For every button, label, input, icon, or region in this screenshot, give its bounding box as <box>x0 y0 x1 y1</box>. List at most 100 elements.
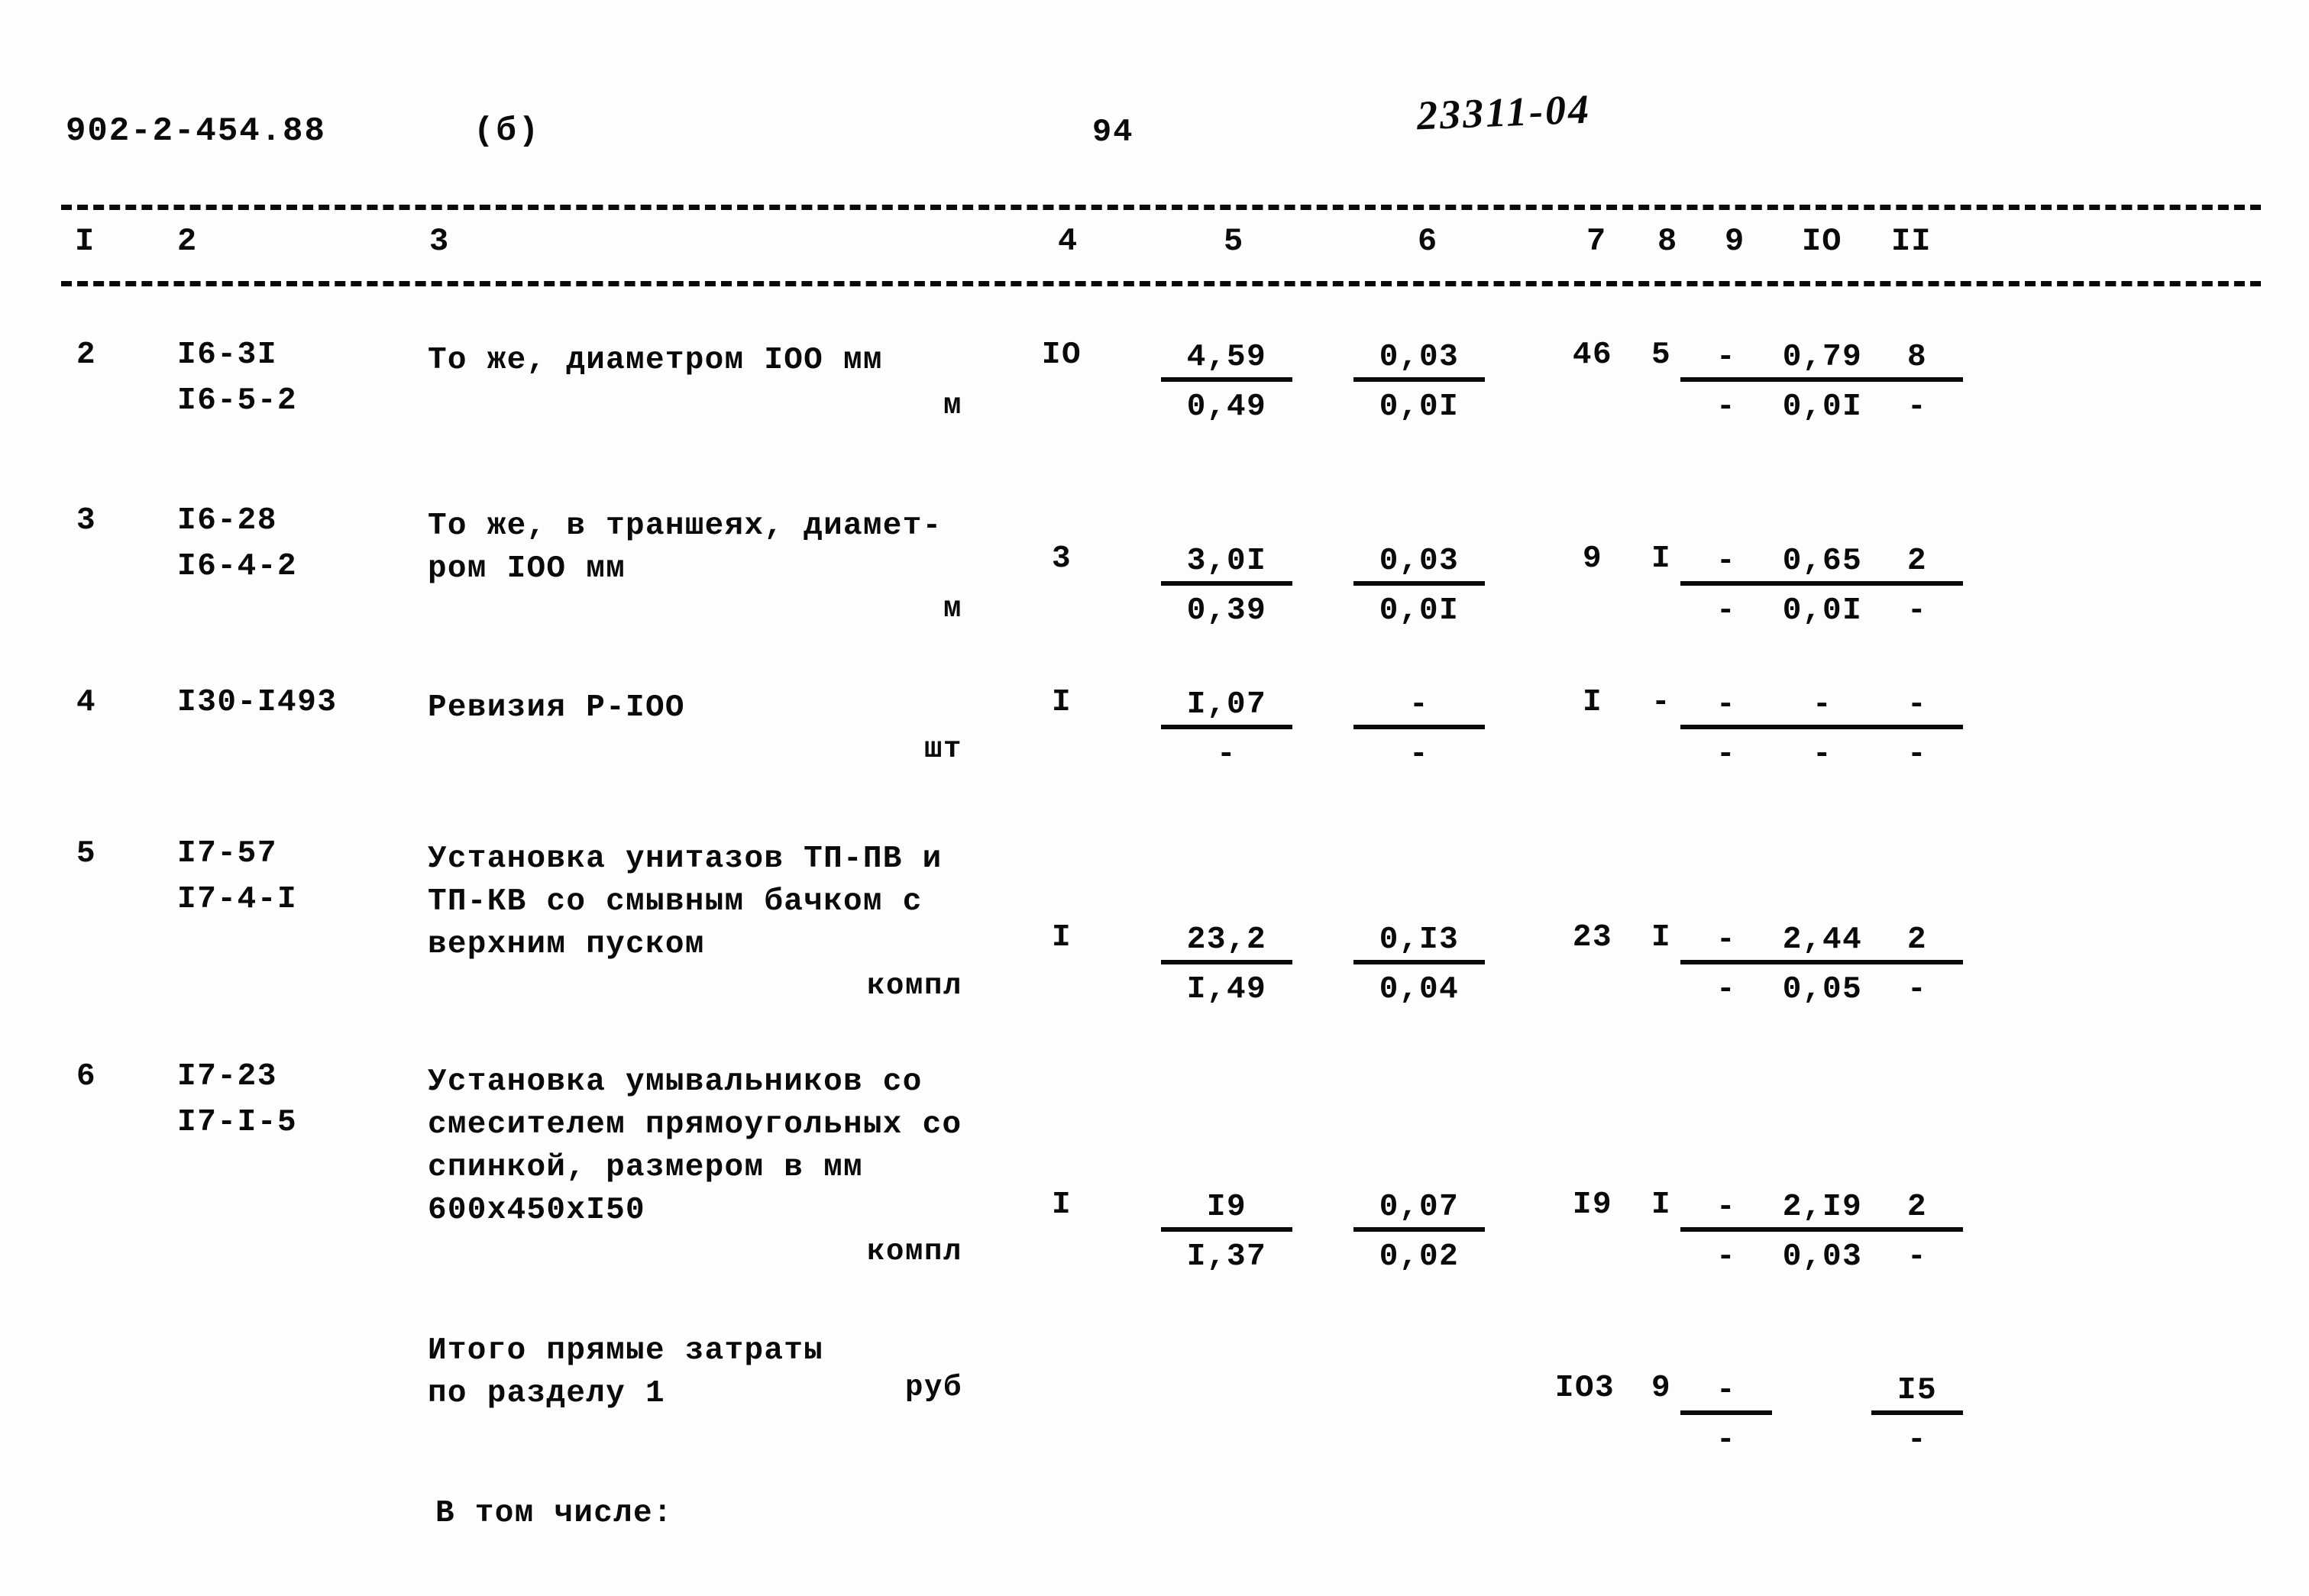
row-code-primary: I6-3I <box>177 338 278 373</box>
column-header-11: II <box>1891 223 1932 260</box>
column-header-3: 3 <box>429 223 450 260</box>
row-cell-col6: 0,03 0,0I <box>1353 544 1485 628</box>
row-code-primary: I30-I493 <box>177 685 338 720</box>
cell-value-bottom: 0,49 <box>1186 389 1267 425</box>
cell-value-bottom: - <box>1716 1423 1737 1458</box>
row-index: 6 <box>76 1059 97 1094</box>
cell-value-bottom: 0,04 <box>1379 972 1460 1007</box>
row-unit: компл <box>866 969 962 1003</box>
cell-value-bottom: 0,0I <box>1379 593 1460 628</box>
column-header-2: 2 <box>177 223 198 260</box>
total-unit: руб <box>904 1371 962 1404</box>
row-cell-col6: 0,03 0,0I <box>1353 340 1485 425</box>
row-unit: м <box>943 389 962 422</box>
row-cell-col11: 2 - <box>1871 922 1963 1007</box>
row-cell-col6: - - <box>1353 687 1485 772</box>
row-index: 5 <box>76 836 97 871</box>
table-rule-top <box>61 205 2261 210</box>
row-code-primary: I7-23 <box>177 1059 278 1094</box>
row-unit: компл <box>866 1235 962 1268</box>
column-header-1: I <box>75 223 95 260</box>
row-description-line: Установка унитазов ТП-ПВ и <box>428 842 943 877</box>
column-header-10: IO <box>1802 223 1842 260</box>
handwritten-archive-note: 23311-04 <box>1415 86 1593 139</box>
row-quantity: 3 <box>1051 541 1072 577</box>
row-description-line: спинкой, размером в мм <box>428 1150 863 1185</box>
document-page: 902-2-454.88 (б) 94 23311-04 I 2 3 4 5 6… <box>0 0 2309 1596</box>
row-cell-col6: 0,07 0,02 <box>1353 1190 1485 1275</box>
cell-value-top: 2 <box>1871 544 1963 586</box>
cell-value-bottom: 0,0I <box>1379 389 1460 425</box>
cell-value-bottom: 0,03 <box>1782 1239 1863 1275</box>
column-header-8: 8 <box>1657 223 1678 260</box>
column-header-5: 5 <box>1224 223 1244 260</box>
cell-value-top: I9 <box>1161 1190 1292 1232</box>
row-cell-col10: 2,44 0,05 <box>1757 922 1888 1007</box>
cell-value-bottom: - <box>1812 737 1833 772</box>
row-quantity: I <box>1051 685 1072 720</box>
row-code-primary: I6-28 <box>177 503 278 538</box>
row-cell-col5: I,07 - <box>1161 687 1292 772</box>
column-header-7: 7 <box>1586 223 1607 260</box>
row-cell-col6: 0,I3 0,04 <box>1353 922 1485 1007</box>
row-index: 3 <box>76 503 97 538</box>
row-description-line: ром IOO мм <box>428 551 626 586</box>
cell-value-top: I,07 <box>1161 687 1292 729</box>
row-cell-col10: 0,79 0,0I <box>1757 340 1888 425</box>
column-header-6: 6 <box>1418 223 1438 260</box>
row-description-line: То же, диаметром IOO мм <box>428 343 883 378</box>
cell-value-bottom: - <box>1906 737 1928 772</box>
cell-value-bottom: - <box>1906 972 1928 1007</box>
row-unit: м <box>943 592 962 625</box>
cell-value-top: 0,03 <box>1353 544 1485 586</box>
row-cell-col11: 2 - <box>1871 1190 1963 1275</box>
row-description-line: 600х450хI50 <box>428 1193 645 1228</box>
row-description-line: Ревизия Р-IOO <box>428 690 685 725</box>
cell-value-top: - <box>1680 1373 1772 1415</box>
row-cell-col11: - - <box>1871 687 1963 772</box>
row-code-secondary: I6-4-2 <box>177 549 298 584</box>
cell-value-top: 2 <box>1871 1190 1963 1232</box>
row-cell-col10: 2,I9 0,03 <box>1757 1190 1888 1275</box>
total-cell-col9: - - <box>1680 1373 1772 1458</box>
row-cell-col11: 2 - <box>1871 544 1963 628</box>
row-description-line: То же, в траншеях, диамет- <box>428 509 943 544</box>
table-rule-bottom <box>61 281 2261 286</box>
total-description-line: по разделу 1 <box>428 1376 665 1411</box>
total-description-line: Итого прямые затраты <box>428 1333 824 1368</box>
document-code: 902-2-454.88 <box>66 112 326 150</box>
cell-value-bottom: - <box>1906 1239 1928 1275</box>
cell-value-top: 8 <box>1871 340 1963 382</box>
row-cell-col5: I9 I,37 <box>1161 1190 1292 1275</box>
row-cell-col5: 23,2 I,49 <box>1161 922 1292 1007</box>
footer-note: В том числе: <box>435 1496 673 1531</box>
row-description-line: ТП-КВ со смывным бачком с <box>428 884 923 919</box>
cell-value-top: 2,44 <box>1757 922 1888 964</box>
cell-value-top: 3,0I <box>1161 544 1292 586</box>
cell-value-top: 0,03 <box>1353 340 1485 382</box>
row-description-line: смесителем прямоугольных со <box>428 1107 962 1142</box>
row-code-secondary: I7-I-5 <box>177 1105 298 1140</box>
cell-value-bottom: I,37 <box>1186 1239 1267 1275</box>
column-header-4: 4 <box>1058 223 1079 260</box>
row-quantity: I <box>1051 1187 1072 1223</box>
row-quantity: I <box>1051 920 1072 955</box>
cell-value-bottom: 0,39 <box>1186 593 1267 628</box>
row-quantity: IO <box>1041 338 1082 373</box>
row-code-primary: I7-57 <box>177 836 278 871</box>
row-index: 2 <box>76 338 97 373</box>
cell-value-bottom: - <box>1408 737 1430 772</box>
row-cell-col10: 0,65 0,0I <box>1757 544 1888 628</box>
cell-value-bottom: - <box>1216 737 1237 772</box>
row-cell-col10: - - <box>1757 687 1888 772</box>
row-cell-col5: 3,0I 0,39 <box>1161 544 1292 628</box>
cell-value-top: I5 <box>1871 1373 1963 1415</box>
cell-value-top: 0,79 <box>1757 340 1888 382</box>
row-description-line: Установка умывальников со <box>428 1065 923 1100</box>
cell-value-top: 23,2 <box>1161 922 1292 964</box>
cell-value-top: 0,I3 <box>1353 922 1485 964</box>
row-index: 4 <box>76 685 97 720</box>
cell-value-bottom: - <box>1906 389 1928 425</box>
cell-value-bottom: - <box>1906 1423 1928 1458</box>
cell-value-top: 0,07 <box>1353 1190 1485 1232</box>
